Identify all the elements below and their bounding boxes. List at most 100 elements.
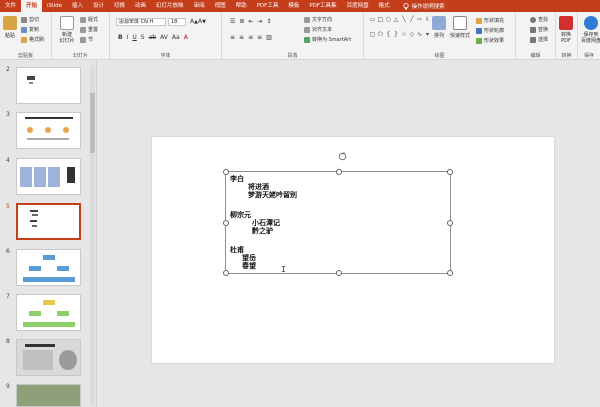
shadow-button[interactable]: S [141, 34, 145, 41]
layout-button[interactable]: 版式 [80, 16, 98, 23]
grow-shrink-font[interactable]: A ▲ A ▼ [190, 18, 206, 25]
new-slide-button[interactable]: 新建 幻灯片 [56, 16, 78, 44]
shapes-gallery[interactable]: ▭ □ ○ △ ╲ ╱ ⇨ ⇩ ▢ ⬠{} ☆ ◇ ∿ ▾ [369, 16, 431, 44]
tab-islide[interactable]: iSlide [42, 0, 67, 12]
align-right-icon[interactable]: ≡ [248, 34, 253, 41]
resize-handle-tl[interactable] [223, 169, 229, 175]
shape-fill-button[interactable]: 形状填充 [476, 17, 504, 24]
thumb-glyph [30, 210, 38, 212]
selected-text-box[interactable]: 李白 将进酒 梦游天姥吟留别 柳宗元 小石潭记 黔之驴 杜甫 望岳 春望 I [223, 152, 453, 276]
format-painter-button[interactable]: 格式刷 [21, 36, 44, 43]
tab-animations[interactable]: 动画 [130, 0, 151, 12]
shape-star-icon[interactable]: ☆ [401, 31, 408, 45]
slide-thumbnail-7[interactable] [16, 294, 81, 331]
rotate-handle-icon[interactable] [338, 152, 347, 161]
tab-help[interactable]: 帮助 [231, 0, 252, 12]
tab-review[interactable]: 审阅 [189, 0, 210, 12]
increase-indent-icon[interactable]: ⇥ [257, 18, 262, 25]
shape-arrow-icon[interactable]: ⇨ [416, 16, 423, 30]
paste-button[interactable]: 粘贴 [3, 16, 17, 39]
strikethrough-icon[interactable]: ab [149, 34, 157, 41]
tab-baidu-netdisk[interactable]: 百度网盘 [342, 0, 374, 12]
font-family-select[interactable]: 思源宋体 CN H [116, 18, 166, 26]
text-direction-button[interactable]: 文字方向 [304, 16, 332, 23]
slide-thumbnail-6[interactable] [16, 249, 81, 286]
tell-me-search[interactable]: 操作说明搜索 [402, 2, 445, 10]
thumbnail-scrollbar-thumb[interactable] [90, 93, 95, 153]
resize-handle-l[interactable] [223, 220, 229, 226]
slide-thumbnail-4[interactable] [16, 158, 81, 195]
tab-templates[interactable]: 模板 [283, 0, 304, 12]
convert-pdf-button[interactable]: 转换 PDF [559, 16, 573, 44]
resize-handle-bl[interactable] [223, 270, 229, 276]
columns-icon[interactable]: ▥ [266, 34, 272, 41]
shape-callout-icon[interactable]: ◇ [408, 31, 415, 45]
tab-design[interactable]: 设计 [88, 0, 109, 12]
align-center-icon[interactable]: ≡ [239, 34, 244, 41]
smartart-icon [304, 36, 310, 43]
shape-outline-button[interactable]: 形状轮廓 [476, 27, 504, 34]
tab-format[interactable]: 格式 [374, 0, 395, 12]
tab-slideshow[interactable]: 幻灯片放映 [151, 0, 189, 12]
tab-insert[interactable]: 插入 [67, 0, 88, 12]
resize-handle-b[interactable] [336, 270, 342, 276]
tab-file[interactable]: 文件 [0, 0, 21, 12]
tab-transitions[interactable]: 切换 [109, 0, 130, 12]
slide-thumbnail-2[interactable] [16, 67, 81, 104]
cut-button[interactable]: 剪切 [21, 16, 39, 23]
shape-pentagon-icon[interactable]: ⬠ [377, 31, 384, 45]
shape-rounded-icon[interactable]: ▢ [369, 31, 376, 45]
shape-oval-icon[interactable]: ○ [385, 16, 392, 30]
shape-brace2-icon[interactable]: } [393, 31, 400, 45]
resize-handle-tr[interactable] [447, 169, 453, 175]
slide-thumbnail-8[interactable] [16, 339, 81, 376]
quick-styles-button[interactable]: 快速样式 [450, 16, 470, 39]
text-direction-label: 文字方向 [312, 17, 333, 23]
char-spacing-icon[interactable]: AV [160, 34, 168, 41]
shape-rect-icon[interactable]: □ [377, 16, 384, 30]
resize-handle-t[interactable] [336, 169, 342, 175]
slide-thumbnail-5[interactable] [16, 203, 81, 240]
change-case-icon[interactable]: Aa [172, 34, 180, 41]
justify-icon[interactable]: ≡ [257, 34, 262, 41]
font-color-icon[interactable]: A [184, 34, 188, 41]
find-button[interactable]: 查找 [530, 16, 548, 23]
save-baidu-button[interactable]: 保存到 百度网盘 [581, 16, 600, 44]
bold-button[interactable]: B [118, 34, 123, 41]
underline-button[interactable]: U [132, 34, 136, 41]
shape-arrow2-icon[interactable]: ⇩ [424, 16, 431, 30]
bullets-icon[interactable]: ☰ [230, 18, 235, 25]
tab-view[interactable]: 视图 [210, 0, 231, 12]
shape-textbox-icon[interactable]: ▭ [369, 16, 376, 30]
line-spacing-icon[interactable]: ↕ [266, 18, 271, 25]
shape-line2-icon[interactable]: ╱ [408, 16, 415, 30]
numbering-icon[interactable]: ≣ [239, 18, 244, 25]
shape-triangle-icon[interactable]: △ [393, 16, 400, 30]
arrange-button[interactable]: 排列 [432, 16, 446, 39]
thumbnail-scrollbar[interactable] [90, 65, 95, 405]
italic-button[interactable]: I [127, 34, 129, 41]
select-button[interactable]: 选择 [530, 36, 548, 43]
shape-line-icon[interactable]: ╲ [401, 16, 408, 30]
slide-thumbnail-9[interactable] [16, 384, 81, 407]
section-button[interactable]: 节 [80, 36, 93, 43]
resize-handle-br[interactable] [447, 270, 453, 276]
tab-pdf-tools[interactable]: PDF工具 [252, 0, 284, 12]
decrease-indent-icon[interactable]: ⇤ [248, 18, 253, 25]
font-size-select[interactable]: 18 [168, 18, 186, 26]
current-slide[interactable]: 李白 将进酒 梦游天姥吟留别 柳宗元 小石潭记 黔之驴 杜甫 望岳 春望 I [152, 137, 554, 363]
align-text-button[interactable]: 对齐文本 [304, 26, 332, 33]
shape-more-icon[interactable]: ▾ [424, 31, 431, 45]
copy-button[interactable]: 复制 [21, 26, 39, 33]
smartart-button[interactable]: 转换为 SmartArt [304, 36, 351, 43]
tab-pdf-toolset[interactable]: PDF工具集 [304, 0, 341, 12]
shape-curve-icon[interactable]: ∿ [416, 31, 423, 45]
resize-handle-r[interactable] [447, 220, 453, 226]
slide-thumbnail-3[interactable] [16, 112, 81, 149]
align-left-icon[interactable]: ≡ [230, 34, 235, 41]
shape-effects-button[interactable]: 形状效果 [476, 37, 504, 44]
reset-button[interactable]: 重置 [80, 26, 98, 33]
replace-button[interactable]: 替换 [530, 26, 548, 33]
tab-home[interactable]: 开始 [21, 0, 43, 12]
shape-brace-icon[interactable]: { [385, 31, 392, 45]
